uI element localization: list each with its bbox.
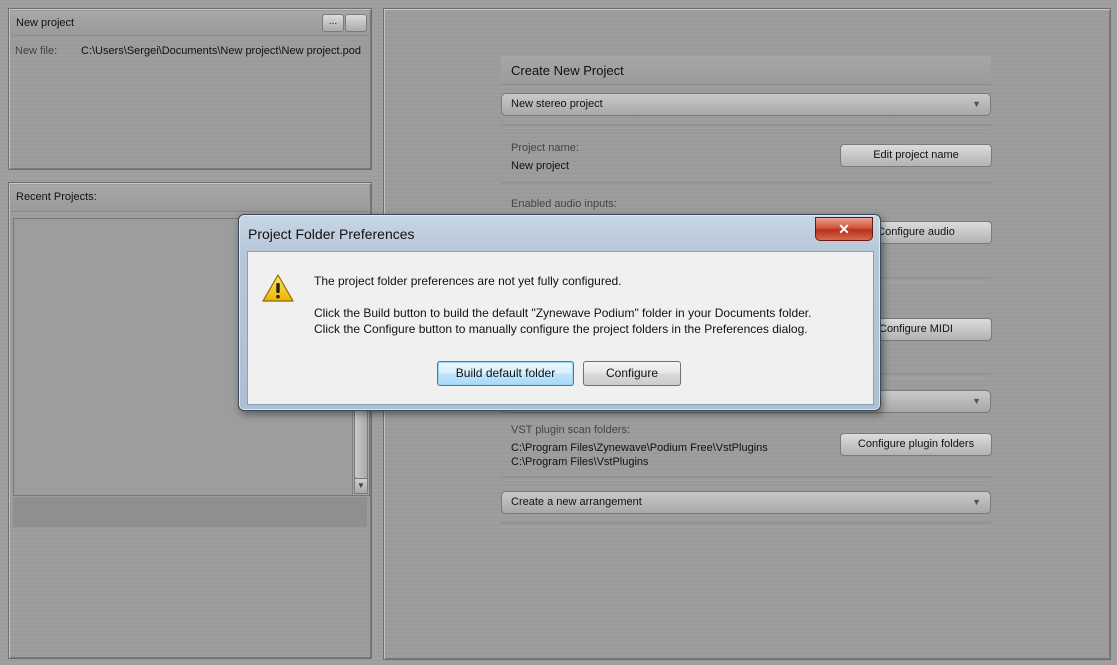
- options-button[interactable]: [345, 14, 367, 32]
- vst-folder-1: C:\Program Files\Zynewave\Podium Free\Vs…: [511, 442, 768, 454]
- configure-plugin-folders-button[interactable]: Configure plugin folders: [840, 433, 992, 456]
- close-button[interactable]: ✕: [815, 217, 873, 241]
- recent-list-footer: [13, 497, 367, 527]
- chevron-down-icon: ▼: [972, 99, 981, 109]
- warning-icon: [262, 274, 294, 302]
- build-default-folder-button[interactable]: Build default folder: [437, 361, 574, 386]
- recent-projects-title: Recent Projects:: [16, 191, 97, 203]
- chevron-down-icon: ▼: [972, 396, 981, 406]
- project-template-select[interactable]: New stereo project ▼: [501, 93, 991, 116]
- vst-folders-label: VST plugin scan folders:: [511, 424, 631, 436]
- vst-folder-2: C:\Program Files\VstPlugins: [511, 456, 649, 468]
- scroll-down-arrow-icon[interactable]: ▼: [354, 478, 368, 494]
- new-project-panel: New project ... New file: C:\Users\Serge…: [8, 8, 372, 170]
- edit-project-name-button[interactable]: Edit project name: [840, 144, 992, 167]
- new-project-header: New project ...: [11, 11, 369, 36]
- create-new-project-header: Create New Project: [501, 56, 991, 85]
- section-divider: [501, 124, 991, 129]
- new-file-path: C:\Users\Sergei\Documents\New project\Ne…: [81, 45, 362, 57]
- recent-projects-header: Recent Projects:: [11, 185, 369, 212]
- dialog-message-line-1: The project folder preferences are not y…: [314, 274, 622, 288]
- close-icon: ✕: [838, 221, 850, 237]
- section-divider: [501, 476, 991, 481]
- project-name-value: New project: [511, 160, 570, 172]
- audio-inputs-label: Enabled audio inputs:: [511, 198, 617, 210]
- scroll-thumb[interactable]: [354, 409, 368, 479]
- section-divider: [501, 522, 991, 527]
- browse-button[interactable]: ...: [322, 14, 344, 32]
- dialog-body: The project folder preferences are not y…: [247, 251, 874, 405]
- dialog-message-line-3: Click the Configure button to manually c…: [314, 322, 808, 336]
- new-project-title: New project: [16, 17, 75, 29]
- dialog-message-line-2: Click the Build button to build the defa…: [314, 306, 812, 320]
- create-new-project-title: Create New Project: [511, 63, 624, 78]
- arrangement-value: Create a new arrangement: [511, 496, 642, 508]
- arrangement-select[interactable]: Create a new arrangement ▼: [501, 491, 991, 514]
- chevron-down-icon: ▼: [972, 497, 981, 507]
- project-template-value: New stereo project: [511, 98, 603, 110]
- configure-button[interactable]: Configure: [583, 361, 681, 386]
- section-divider: [501, 182, 991, 187]
- project-name-label: Project name:: [511, 142, 579, 154]
- new-file-label: New file:: [15, 45, 58, 57]
- project-folder-preferences-dialog: Project Folder Preferences ✕ The project…: [238, 214, 881, 411]
- dialog-title: Project Folder Preferences: [248, 226, 415, 242]
